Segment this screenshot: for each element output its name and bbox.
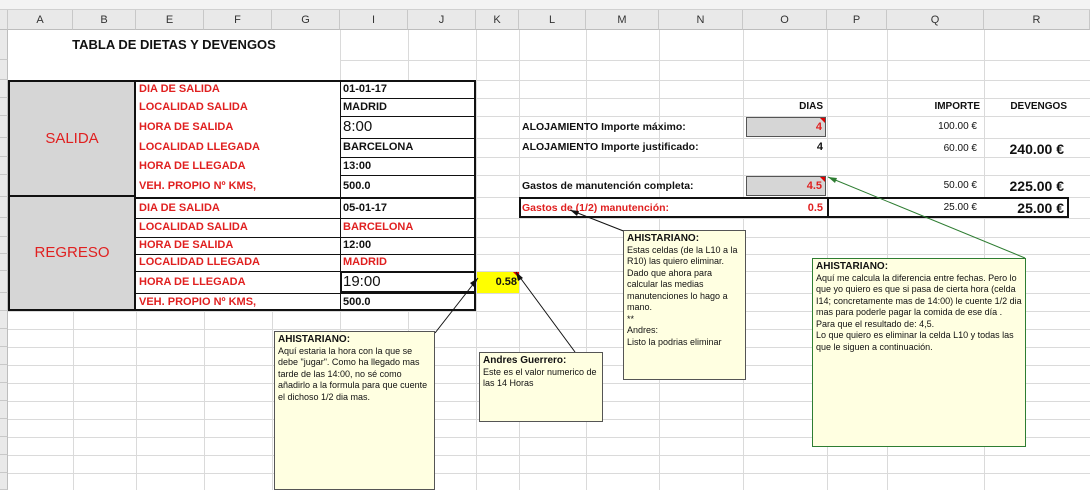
comment-text: Aquí me calcula la diferencia entre fech… [816, 272, 1022, 329]
comment-box[interactable]: AHISTARIANO: Estas celdas (de la L10 a l… [623, 230, 746, 380]
comment-author: AHISTARIANO: [627, 233, 700, 244]
comment-box[interactable]: AHISTARIANO: Aquí me calcula la diferenc… [812, 258, 1026, 447]
comment-arrow [434, 277, 479, 334]
comment-arrow [827, 176, 1026, 259]
comment-text: Estas celdas (de la L10 a la R10) las qu… [627, 244, 738, 313]
comment-text: Listo la podrias eliminar [627, 336, 722, 347]
arrowhead [570, 210, 579, 216]
comment-author: Andres Guerrero: [483, 355, 567, 366]
comment-arrow [569, 209, 627, 233]
comment-box[interactable]: AHISTARIANO: Aquí estaria la hora con la… [274, 331, 435, 490]
comment-arrow [515, 271, 576, 353]
arrowhead [470, 278, 478, 287]
comment-author: AHISTARIANO: [278, 334, 351, 345]
arrowhead [828, 177, 837, 183]
comment-box[interactable]: Andres Guerrero: Este es el valor numeri… [479, 352, 603, 422]
comment-text: Andres: [627, 325, 659, 335]
comment-text: Este es el valor numerico de las 14 Hora… [483, 366, 597, 389]
comment-text: ** [627, 313, 635, 324]
comment-author: AHISTARIANO: [816, 261, 889, 272]
comment-text: Aquí estaria la hora con la que se debe … [278, 345, 428, 402]
comment-text: Lo que quiero es eliminar la celda L10 y… [816, 330, 1014, 352]
